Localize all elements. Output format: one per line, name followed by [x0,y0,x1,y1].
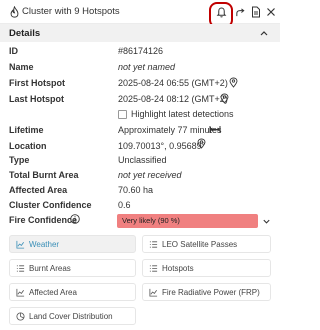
pie-icon [16,312,25,321]
weather-button[interactable]: Weather [9,235,136,253]
details-section-header[interactable]: Details [0,24,280,42]
close-button[interactable] [264,5,278,19]
location-pin-icon[interactable] [220,93,229,104]
hotspots-label: Hotspots [162,264,194,273]
chart-icon [16,240,25,249]
detail-row-id: ID #86174126 [9,46,271,58]
list-icon [149,241,158,248]
type-label: Type [9,155,30,165]
hotspots-button[interactable]: Hotspots [142,259,271,277]
weather-label: Weather [29,240,60,249]
leo-satellite-passes-label: LEO Satellite Passes [162,240,238,249]
first-hotspot-value: 2025-08-24 06:55 (GMT+2) [118,78,228,88]
last-hotspot-label: Last Hotspot [9,94,64,104]
chevron-down-icon[interactable] [262,217,271,226]
fire-confidence-badge: Very likely (90 %) [117,214,258,228]
frp-label: Fire Radiative Power (FRP) [162,288,260,297]
location-value: 109.70013°, 0.95689° [118,141,206,151]
last-hotspot-value: 2025-08-24 08:12 (GMT+2) [118,94,228,104]
list-icon [16,265,25,272]
burnt-areas-button[interactable]: Burnt Areas [9,259,136,277]
share-icon [235,7,245,16]
location-pin-icon[interactable] [229,77,238,88]
affected-area-tool-label: Affected Area [29,288,77,297]
detail-row-lifetime: Lifetime Approximately 77 minutes [9,125,271,137]
id-value: #86174126 [118,46,164,56]
name-value: not yet named [118,62,176,72]
detail-row-last-hotspot: Last Hotspot 2025-08-24 08:12 (GMT+2) [9,93,271,106]
detail-row-name: Name not yet named [9,62,271,74]
cluster-confidence-label: Cluster Confidence [9,200,92,210]
lifetime-value: Approximately 77 minutes [118,125,222,135]
flame-icon [10,6,19,18]
export-button[interactable] [249,5,263,19]
land-cover-distribution-button[interactable]: Land Cover Distribution [9,307,136,325]
fire-confidence-value: Very likely (90 %) [122,216,180,225]
location-label: Location [9,141,47,151]
panel-header: Cluster with 9 Hotspots [0,0,280,28]
affected-area-button[interactable]: Affected Area [9,283,136,301]
id-label: ID [9,46,18,56]
detail-row-location: Location 109.70013°, 0.95689° [9,138,271,153]
detail-row-type: Type Unclassified [9,155,271,167]
affected-area-value: 70.60 ha [118,185,154,195]
name-label: Name [9,62,34,72]
land-cover-distribution-label: Land Cover Distribution [29,312,113,321]
detail-row-total-burnt-area: Total Burnt Area not yet received [9,170,271,182]
total-burnt-area-value: not yet received [118,170,182,180]
list-icon [149,265,158,272]
detail-row-first-hotspot: First Hotspot 2025-08-24 06:55 (GMT+2) [9,77,271,90]
detail-row-cluster-confidence: Cluster Confidence 0.6 [9,200,271,212]
highlight-latest-checkbox[interactable] [118,110,127,119]
type-value: Unclassified [118,155,167,165]
panel-title: Cluster with 9 Hotspots [22,6,120,17]
total-burnt-area-label: Total Burnt Area [9,170,79,180]
info-icon[interactable] [70,214,80,224]
close-icon [267,8,275,16]
fire-confidence-label: Fire Confidence [9,215,78,225]
share-button[interactable] [233,5,247,19]
time-span-icon [209,126,221,133]
frp-button[interactable]: Fire Radiative Power (FRP) [142,283,271,301]
details-title: Details [9,28,41,39]
affected-area-label: Affected Area [9,185,68,195]
chart-icon [149,288,158,297]
lifetime-label: Lifetime [9,125,44,135]
highlight-latest-label[interactable]: Highlight latest detections [131,109,234,119]
chevron-up-icon [260,31,268,36]
location-pin-icon[interactable] [197,138,206,149]
burnt-areas-label: Burnt Areas [29,264,71,273]
chart-icon [16,288,25,297]
first-hotspot-label: First Hotspot [9,78,65,88]
leo-satellite-passes-button[interactable]: LEO Satellite Passes [142,235,271,253]
cluster-confidence-value: 0.6 [118,200,131,210]
document-icon [252,6,260,18]
detail-row-affected-area: Affected Area 70.60 ha [9,185,271,197]
